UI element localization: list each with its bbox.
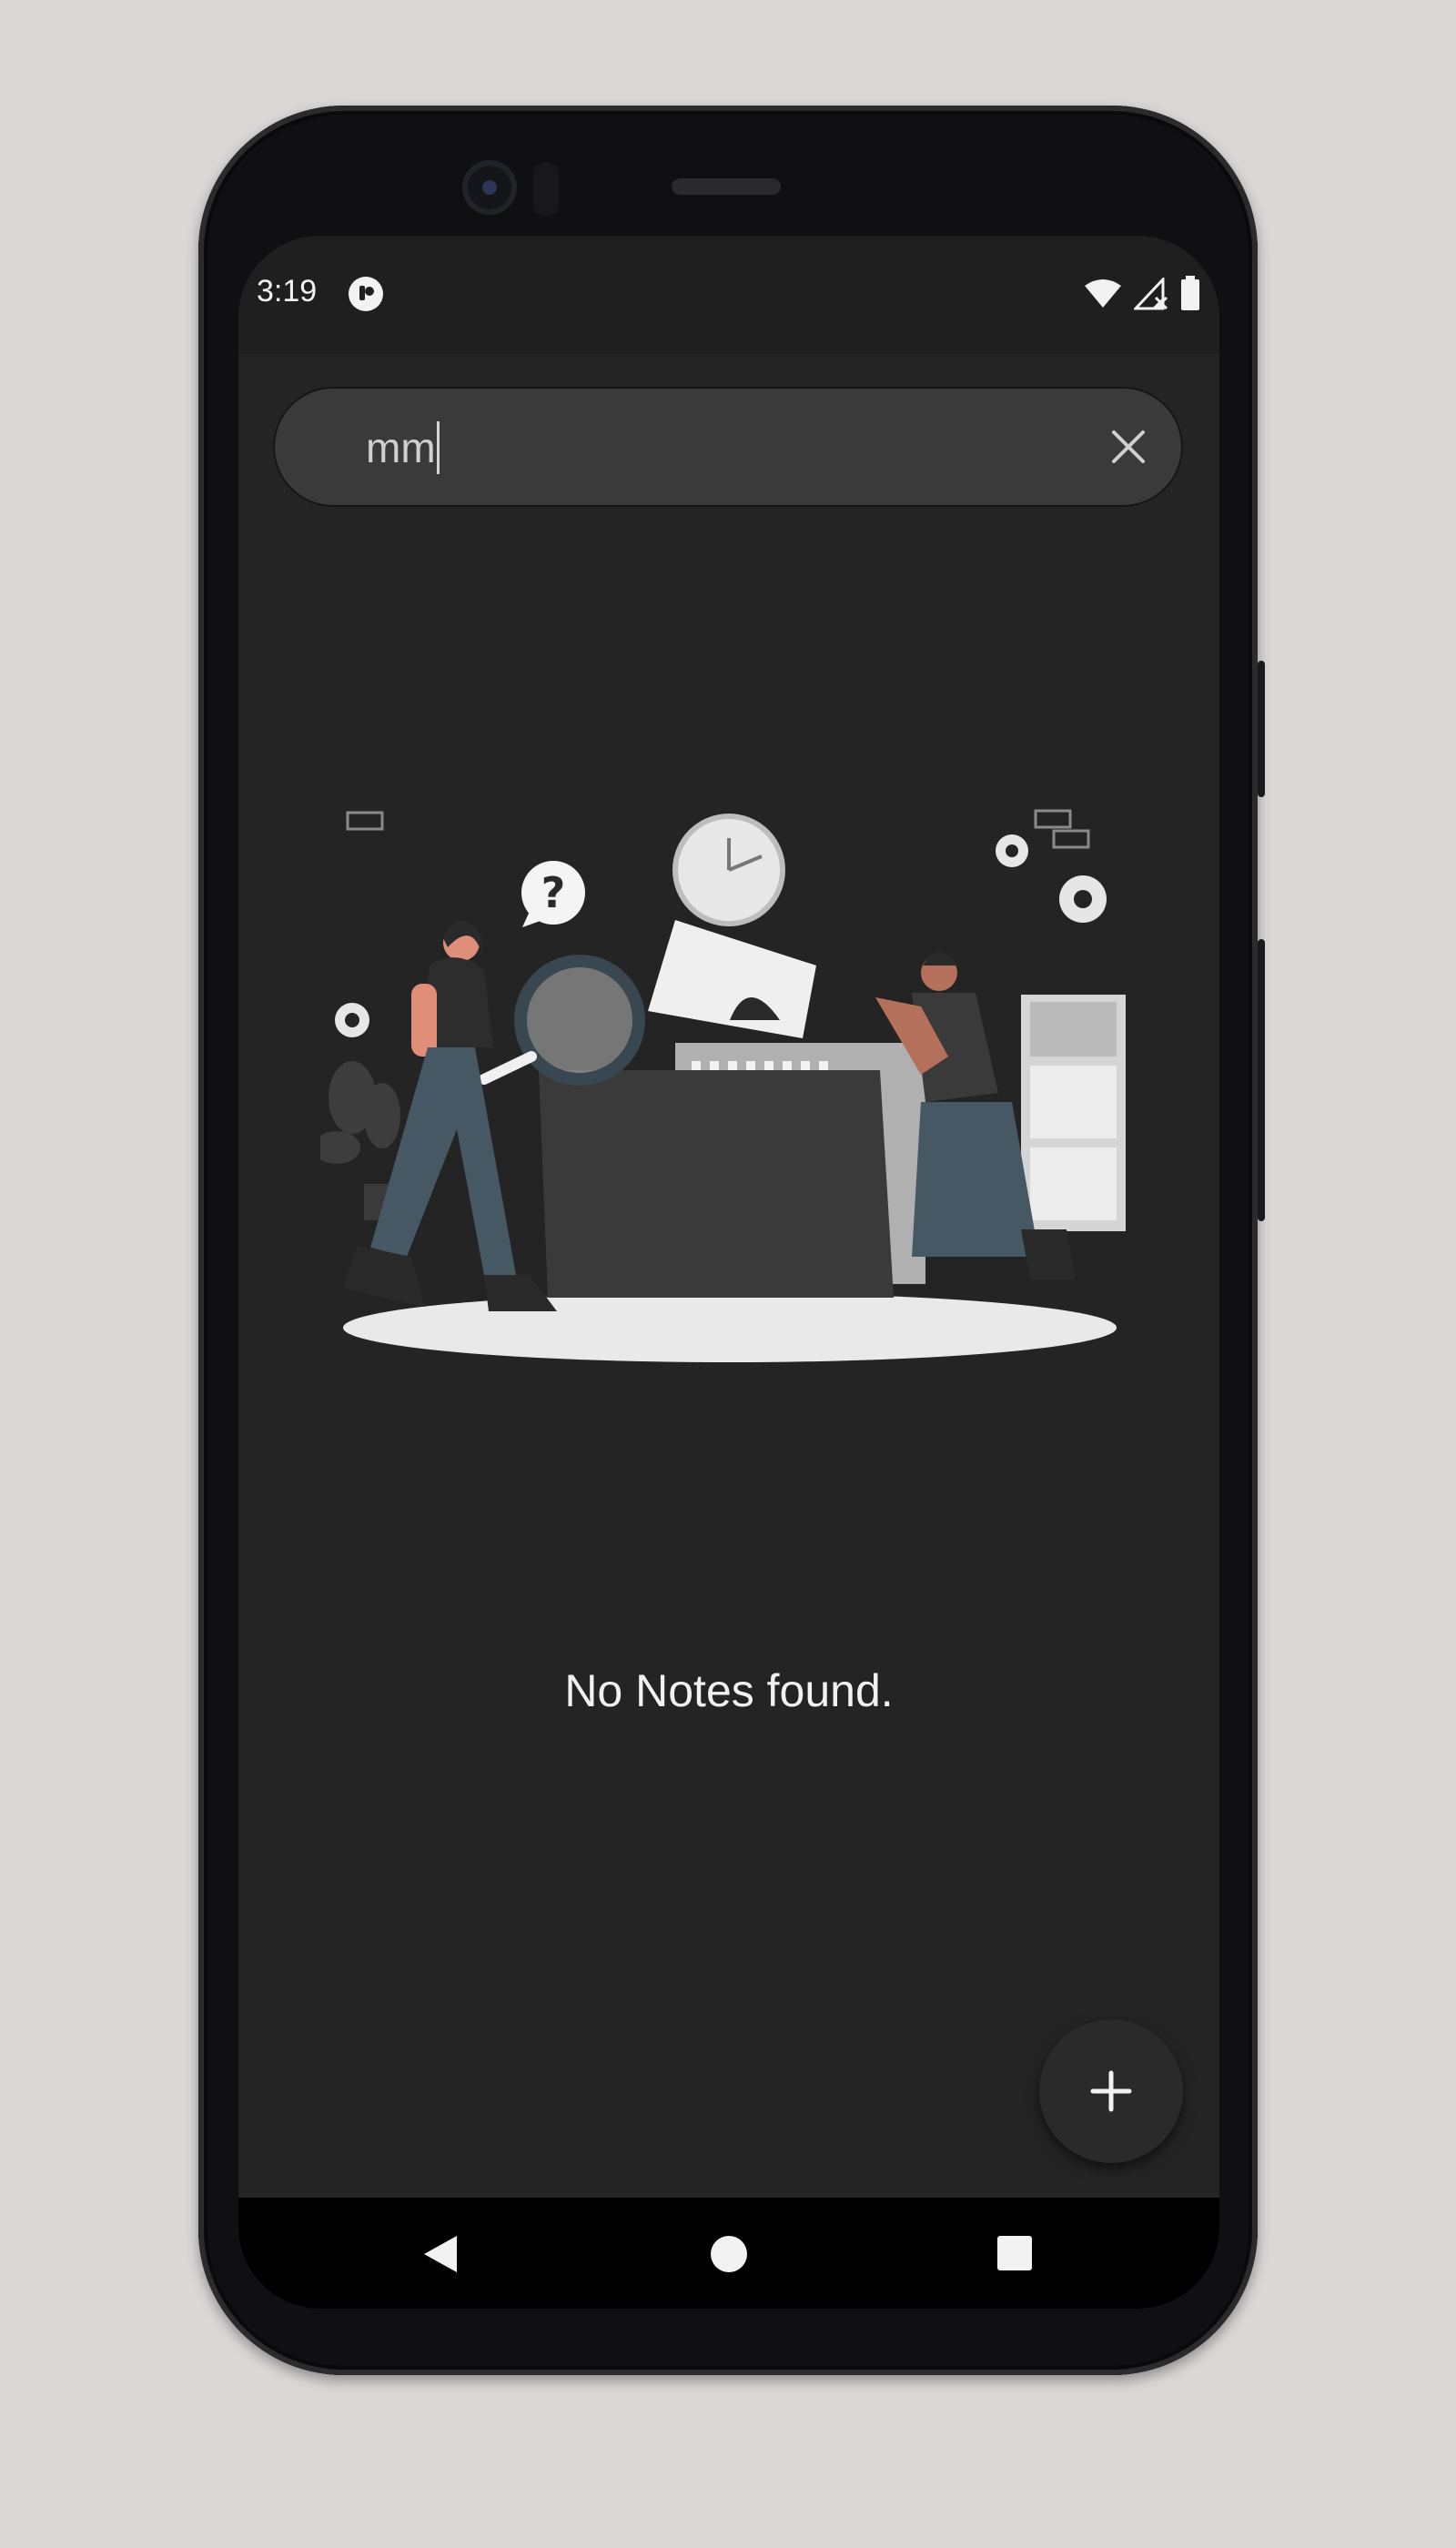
home-icon[interactable] xyxy=(709,2234,749,2274)
question-bubble: ? xyxy=(521,861,585,927)
deco-rect xyxy=(346,811,384,831)
clock-icon xyxy=(672,814,785,926)
magnifier-icon xyxy=(479,955,645,1086)
plus-icon xyxy=(1090,2070,1132,2112)
recents-icon[interactable] xyxy=(996,2234,1034,2272)
search-input[interactable] xyxy=(364,414,1059,481)
status-bar: 3:19 xyxy=(238,236,1219,354)
deco-rect xyxy=(1034,809,1072,829)
empty-state-message: No Notes found. xyxy=(564,1665,894,1716)
status-icons xyxy=(1083,276,1201,312)
floor-shadow xyxy=(343,1293,1117,1362)
proximity-sensor xyxy=(533,162,559,217)
svg-text:?: ? xyxy=(541,868,566,917)
back-icon[interactable] xyxy=(420,2234,460,2274)
add-note-button[interactable] xyxy=(1039,2019,1183,2163)
clear-search-button[interactable] xyxy=(1101,420,1156,474)
phone-frame: 3:19 mm ? No Notes found. xyxy=(198,106,1265,2375)
deco-rect xyxy=(1052,829,1090,849)
front-camera xyxy=(462,160,517,215)
signal-no-data-icon xyxy=(1134,278,1168,310)
folder-front xyxy=(539,1070,894,1298)
volume-button xyxy=(1258,939,1265,1221)
power-button xyxy=(1258,661,1265,797)
navigation-bar xyxy=(238,2198,1219,2309)
wifi-icon xyxy=(1085,279,1121,308)
text-cursor xyxy=(437,421,440,474)
battery-icon xyxy=(1181,276,1199,310)
paper xyxy=(648,920,816,1038)
close-icon xyxy=(1112,430,1145,463)
search-bar[interactable] xyxy=(273,387,1183,507)
status-time: 3:19 xyxy=(257,274,318,308)
app-notification-icon xyxy=(349,277,383,311)
empty-state-illustration: ? xyxy=(320,809,1126,1362)
earpiece-speaker xyxy=(672,178,781,195)
screen: 3:19 mm ? No Notes found. xyxy=(238,236,1219,2309)
